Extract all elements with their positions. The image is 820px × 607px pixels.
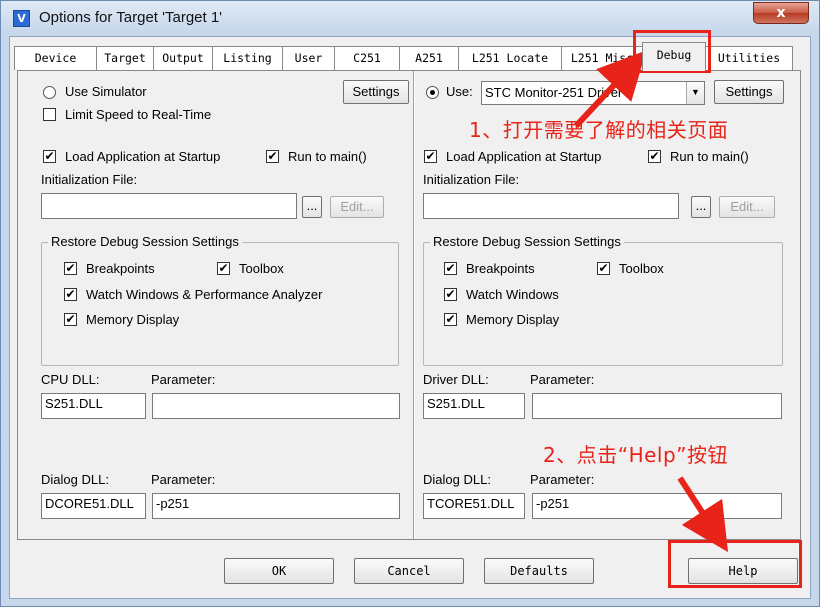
annotation-arrows (573, 50, 729, 553)
step1-arrow (573, 50, 647, 129)
step2-arrow (677, 476, 729, 553)
tab-debug[interactable]: Debug (642, 42, 706, 71)
